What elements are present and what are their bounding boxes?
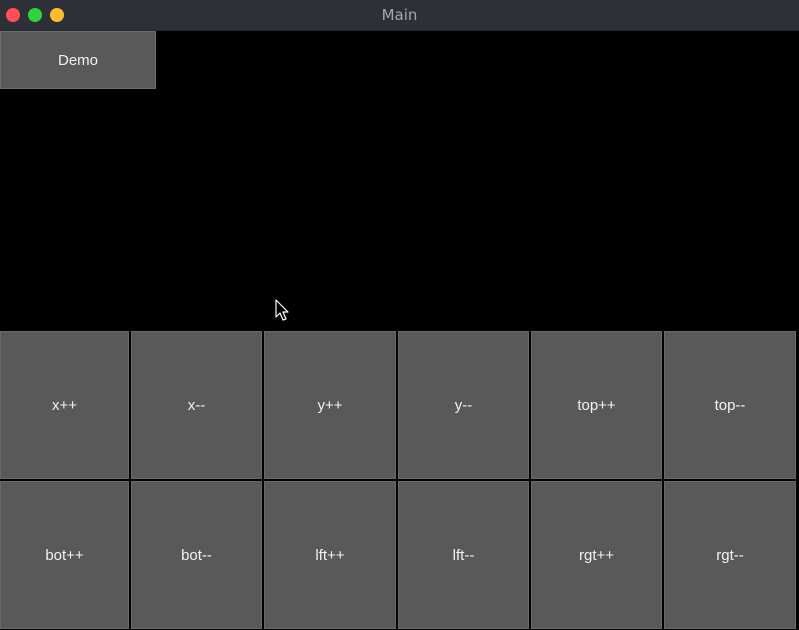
right-increment-button[interactable]: rgt++	[531, 481, 662, 629]
bottom-decrement-button[interactable]: bot--	[131, 481, 262, 629]
left-increment-button[interactable]: lft++	[264, 481, 396, 629]
left-decrement-button[interactable]: lft--	[398, 481, 529, 629]
right-decrement-button[interactable]: rgt--	[664, 481, 796, 629]
top-decrement-button[interactable]: top--	[664, 331, 796, 479]
top-increment-button[interactable]: top++	[531, 331, 662, 479]
main-window: Main Demo x++ x-- y++ y-- top++ top-- bo…	[0, 0, 799, 630]
bottom-increment-button[interactable]: bot++	[0, 481, 129, 629]
demo-button[interactable]: Demo	[0, 31, 156, 89]
arrow-cursor-icon	[275, 299, 289, 321]
control-pad: x++ x-- y++ y-- top++ top-- bot++ bot-- …	[0, 330, 799, 630]
title-bar[interactable]: Main	[0, 0, 799, 31]
y-decrement-button[interactable]: y--	[398, 331, 529, 479]
y-increment-button[interactable]: y++	[264, 331, 396, 479]
window-title: Main	[381, 6, 418, 24]
x-increment-button[interactable]: x++	[0, 331, 129, 479]
x-decrement-button[interactable]: x--	[131, 331, 262, 479]
